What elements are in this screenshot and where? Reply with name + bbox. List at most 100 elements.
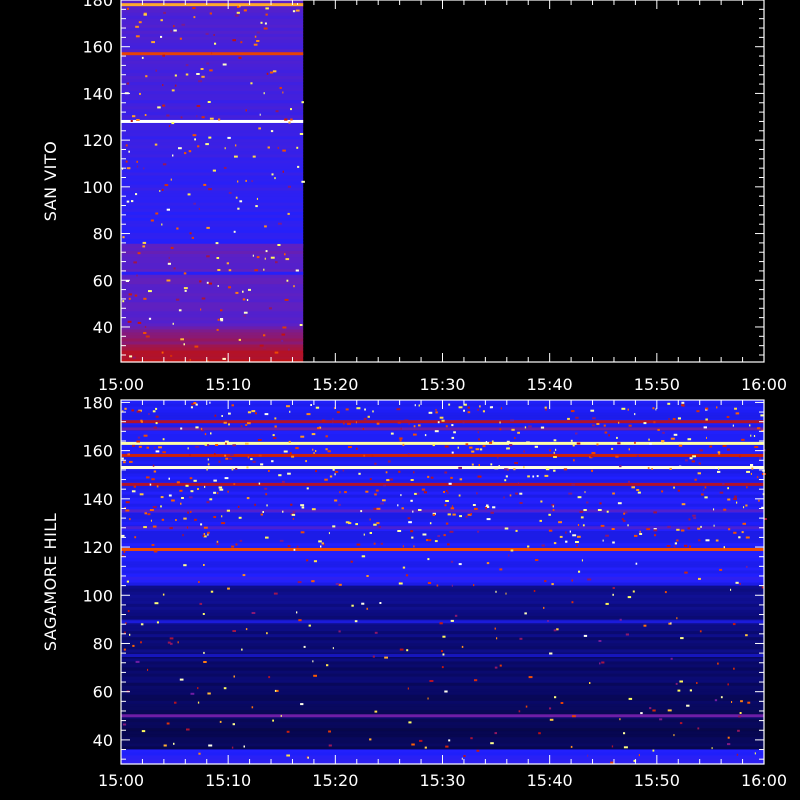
heatmap-speck [216, 540, 219, 543]
heatmap-speck [221, 522, 226, 525]
heatmap-speck [716, 406, 718, 409]
x-tick-label: 15:20 [312, 375, 358, 394]
heatmap-speck [643, 422, 647, 425]
heatmap-speck [577, 535, 581, 538]
heatmap-speck [612, 492, 615, 495]
heatmap-speck [451, 424, 454, 427]
heatmap-speck [216, 543, 219, 546]
heatmap-speck [214, 42, 217, 45]
heatmap-speck [297, 3, 298, 5]
heatmap-speck [209, 401, 211, 404]
heatmap-speck [171, 89, 175, 92]
heatmap-speck [137, 252, 141, 255]
y-tick-label: 120 [82, 538, 113, 557]
heatmap-speck [195, 403, 198, 406]
heatmap-speck [138, 21, 142, 24]
heatmap-speck [217, 318, 220, 321]
heatmap-speck [639, 530, 641, 533]
heatmap-speck [617, 502, 622, 505]
heatmap-speck [152, 410, 156, 413]
heatmap-speck [475, 448, 480, 451]
heatmap-speck [397, 530, 402, 532]
heatmap-speck [545, 468, 550, 471]
heatmap-speck [215, 242, 219, 245]
heatmap-speck [276, 689, 279, 692]
heatmap-speck [245, 424, 248, 426]
heatmap-speck [259, 344, 264, 347]
heatmap-speck [639, 533, 643, 535]
heatmap-speck [220, 319, 224, 322]
heatmap-speck [204, 433, 207, 436]
heatmap-speck [356, 407, 361, 410]
heatmap-speck [189, 358, 191, 361]
heatmap-speck [145, 75, 148, 78]
heatmap-speck [278, 474, 282, 477]
heatmap-speck [693, 517, 697, 520]
heatmap-speck [185, 73, 189, 76]
heatmap-speck [155, 212, 159, 215]
heatmap-speck [751, 467, 754, 470]
heatmap-speck [458, 563, 462, 566]
heatmap-speck [293, 548, 296, 551]
heatmap-speck [245, 628, 248, 631]
heatmap-speck [445, 489, 448, 492]
heatmap-speck [292, 10, 296, 13]
y-axis-title: SAN VITO [41, 141, 60, 221]
y-tick-label: 140 [82, 490, 113, 509]
heatmap-speck [284, 253, 286, 256]
heatmap-speck [722, 445, 727, 447]
heatmap-speck [697, 472, 701, 475]
heatmap-speck [442, 653, 445, 656]
heatmap-speck [169, 637, 174, 640]
heatmap-speck [643, 624, 647, 627]
heatmap-speck [523, 466, 525, 469]
heatmap-speck [232, 723, 235, 726]
heatmap-speck [262, 511, 264, 513]
heatmap-speck [374, 493, 377, 496]
heatmap-speck [312, 660, 314, 663]
heatmap-speck [140, 623, 144, 626]
heatmap-speck [636, 454, 639, 457]
heatmap-speck [247, 456, 250, 459]
heatmap-speck [575, 416, 579, 419]
heatmap-speck [233, 675, 235, 678]
heatmap-speck [698, 577, 701, 580]
heatmap-speck [218, 118, 221, 121]
heatmap-speck [534, 445, 538, 448]
heatmap-speck [499, 428, 502, 431]
heatmap-speck [572, 444, 575, 447]
heatmap-speck [220, 309, 223, 312]
x-tick-label: 16:00 [741, 375, 787, 394]
heatmap-speck [163, 11, 166, 14]
heatmap-speck [125, 509, 130, 512]
heatmap-speck [706, 436, 707, 439]
heatmap-speck [334, 499, 338, 502]
heatmap-speck [263, 334, 266, 337]
heatmap-speck [541, 544, 545, 547]
heatmap-speck [264, 413, 269, 416]
heatmap-speck [505, 592, 507, 595]
heatmap-speck [169, 527, 173, 530]
heatmap-speck [599, 502, 602, 505]
heatmap-speck [667, 525, 671, 528]
heatmap-speck [565, 540, 568, 543]
heatmap-speck [180, 338, 184, 341]
heatmap-speck [653, 421, 656, 424]
heatmap-speck [651, 468, 653, 470]
heatmap-speck [170, 30, 172, 33]
heatmap-speck [558, 521, 562, 524]
heatmap-speck [376, 522, 380, 525]
heatmap-speck [382, 499, 386, 502]
heatmap-speck [399, 439, 402, 442]
heatmap-speck [201, 297, 206, 300]
heatmap-speck [390, 432, 394, 435]
heatmap-speck [277, 146, 279, 149]
heatmap-speck [274, 417, 277, 420]
heatmap-speck [435, 408, 437, 411]
heatmap-speck [575, 541, 579, 543]
heatmap-speck [700, 525, 702, 528]
heatmap-speck [749, 424, 751, 427]
heatmap-speck [216, 257, 220, 259]
heatmap-speck [136, 165, 139, 168]
heatmap-speck [227, 587, 230, 590]
